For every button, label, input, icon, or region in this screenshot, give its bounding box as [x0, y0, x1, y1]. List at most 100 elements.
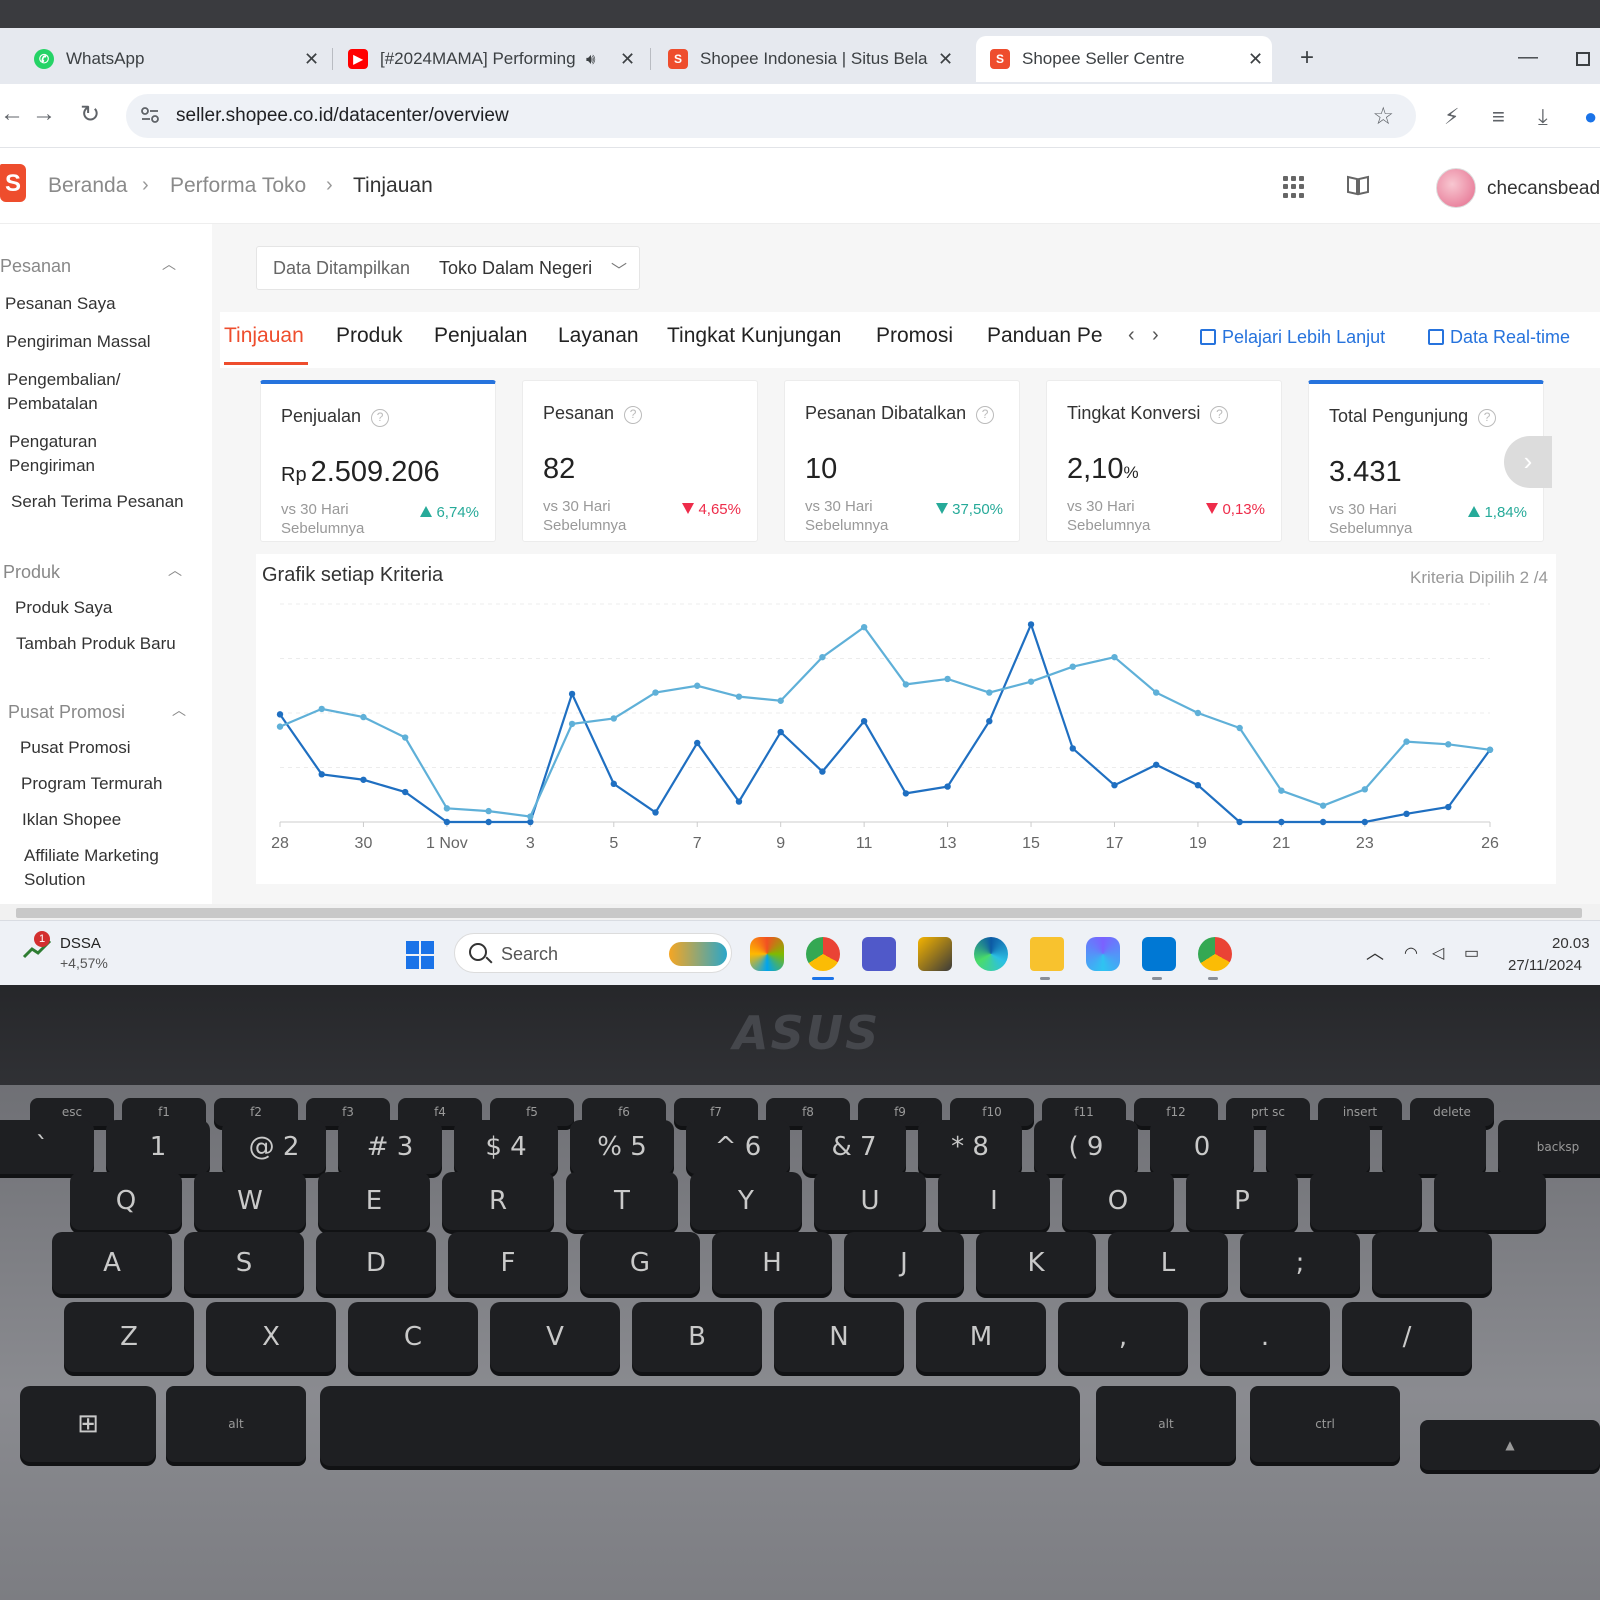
sidebar-item-pengembalian[interactable]: Pengembalian/ Pembatalan	[7, 368, 147, 416]
chart-point	[1278, 818, 1285, 826]
kpi-next-button[interactable]: ›	[1504, 436, 1552, 488]
browser-tab-whatsapp[interactable]: ✆ WhatsApp ✕	[20, 36, 319, 82]
kpi-number: 2,10	[1067, 453, 1124, 485]
sidebar-item-iklan-shopee[interactable]: Iklan Shopee	[22, 808, 121, 832]
tab-tingkat-kunjungan[interactable]: Tingkat Kunjungan	[667, 324, 841, 348]
running-app-indicator	[1208, 977, 1218, 980]
power-automate-icon[interactable]	[918, 937, 952, 971]
teams-icon[interactable]	[862, 937, 896, 971]
breadcrumb-performa-toko[interactable]: Performa Toko	[170, 174, 306, 198]
notification-badge: 1	[34, 931, 50, 947]
tab-promosi[interactable]: Promosi	[876, 324, 953, 348]
chevron-up-icon[interactable]: ︿	[162, 254, 176, 274]
browser-tab-youtube[interactable]: ▶ [#2024MAMA] Performing 🔊︎ ✕	[334, 36, 635, 82]
clock-date[interactable]: 27/11/2024	[1508, 957, 1582, 974]
sidebar-item-serah-terima[interactable]: Serah Terima Pesanan	[11, 490, 184, 514]
username[interactable]: checansbead	[1487, 178, 1600, 200]
profile-icon[interactable]: ●	[1584, 104, 1600, 129]
sidebar-item-program-termurah[interactable]: Program Termurah	[21, 772, 162, 796]
keyboard-key: ,	[1058, 1302, 1188, 1372]
performance-icon[interactable]: ⚡︎	[1444, 104, 1470, 129]
tab-penjualan[interactable]: Penjualan	[434, 324, 527, 348]
chevron-up-icon[interactable]: ︿	[1366, 939, 1384, 965]
chevron-up-icon[interactable]: ︿	[168, 560, 182, 580]
chevron-right-icon[interactable]: ›	[1152, 324, 1159, 347]
learn-more-link[interactable]: Pelajari Lebih Lanjut	[1200, 327, 1385, 348]
close-icon[interactable]: ✕	[1248, 49, 1263, 70]
sidebar-item-pengaturan-pengiriman[interactable]: Pengaturan Pengiriman	[9, 430, 119, 478]
volume-icon[interactable]: ◁	[1432, 943, 1450, 962]
chevron-up-icon[interactable]: ︿	[172, 700, 186, 720]
download-icon[interactable]: ⤓	[1538, 104, 1564, 129]
sidebar-group-produk[interactable]: Produk	[3, 562, 60, 583]
tab-panduan[interactable]: Panduan Pe	[987, 324, 1103, 348]
speaker-icon[interactable]: 🔊︎	[586, 51, 595, 68]
breadcrumb-home[interactable]: Beranda	[48, 174, 127, 198]
wifi-icon[interactable]: ◠	[1404, 943, 1422, 962]
kpi-card-tingkat-konversi[interactable]: Tingkat Konversi? 2,10% vs 30 Hari Sebel…	[1046, 380, 1282, 542]
chrome-profile-icon[interactable]	[1198, 937, 1232, 971]
kpi-title-text: Penjualan	[281, 406, 362, 426]
apps-grid-icon[interactable]	[1283, 176, 1305, 198]
browser-tab-shopee[interactable]: S Shopee Indonesia | Situs Belanj ✕	[654, 36, 953, 82]
chrome-icon[interactable]	[806, 937, 840, 971]
forward-icon[interactable]: →	[32, 100, 56, 128]
realtime-data-link[interactable]: Data Real-time	[1428, 327, 1570, 348]
address-bar[interactable]: seller.shopee.co.id/datacenter/overview …	[126, 94, 1416, 138]
help-icon[interactable]: ?	[624, 406, 643, 424]
tab-layanan[interactable]: Layanan	[558, 324, 639, 348]
avatar[interactable]	[1436, 168, 1476, 208]
copilot-icon[interactable]	[750, 937, 784, 971]
kpi-card-pesanan-dibatalkan[interactable]: Pesanan Dibatalkan? 10 vs 30 Hari Sebelu…	[784, 380, 1020, 542]
taskbar-search[interactable]: Search	[454, 933, 732, 973]
site-info-icon[interactable]	[140, 105, 160, 125]
help-icon[interactable]: ?	[1478, 409, 1497, 427]
new-tab-button[interactable]: +	[1300, 44, 1314, 72]
sidebar-item-pengiriman-massal[interactable]: Pengiriman Massal	[6, 330, 151, 354]
tab-produk[interactable]: Produk	[336, 324, 403, 348]
shopee-logo[interactable]: S	[0, 164, 26, 202]
horizontal-scrollbar[interactable]	[0, 904, 1600, 920]
chart-criteria-count[interactable]: Kriteria Dipilih 2 /4	[1410, 568, 1548, 588]
tab-tinjauan[interactable]: Tinjauan	[224, 324, 304, 348]
browser-tab-seller-centre[interactable]: S Shopee Seller Centre ✕	[976, 36, 1272, 82]
edge-icon[interactable]	[974, 937, 1008, 971]
kpi-card-pesanan[interactable]: Pesanan? 82 vs 30 Hari Sebelumnya 4,65%	[522, 380, 758, 542]
chart-point	[1361, 786, 1369, 793]
vscode-icon[interactable]	[1142, 937, 1176, 971]
data-filter-select[interactable]: Data Ditampilkan Toko Dalam Negeri ﹀	[256, 246, 640, 290]
book-icon[interactable]	[1346, 174, 1370, 196]
help-icon[interactable]: ?	[371, 409, 390, 427]
sidebar-item-tambah-produk[interactable]: Tambah Produk Baru	[16, 632, 176, 656]
keyboard-key	[1372, 1232, 1492, 1294]
sidebar-group-pesanan[interactable]: Pesanan	[0, 256, 71, 277]
stock-ticker[interactable]: DSSA	[60, 935, 101, 952]
scrollbar-thumb[interactable]	[16, 908, 1582, 918]
keyboard-key: C	[348, 1302, 478, 1372]
clock-time[interactable]: 20.03	[1552, 935, 1590, 952]
chevron-left-icon[interactable]: ‹	[1128, 324, 1135, 347]
sidebar-item-produk-saya[interactable]: Produk Saya	[15, 596, 112, 620]
sidebar-item-affiliate[interactable]: Affiliate Marketing Solution	[24, 844, 174, 892]
maximize-button[interactable]	[1576, 52, 1590, 66]
reading-list-icon[interactable]: ≡	[1492, 104, 1518, 129]
bookmark-star-icon[interactable]: ☆	[1372, 102, 1394, 131]
kpi-card-penjualan[interactable]: Penjualan? Rp 2.509.206 vs 30 Hari Sebelu…	[260, 380, 496, 542]
chart-point	[1153, 761, 1160, 768]
browser-tab-strip: ✆ WhatsApp ✕ ▶ [#2024MAMA] Performing 🔊︎…	[0, 28, 1600, 84]
help-icon[interactable]: ?	[1210, 406, 1229, 424]
reload-icon[interactable]: ↻	[80, 100, 100, 129]
battery-icon[interactable]: ▭	[1464, 943, 1482, 962]
sidebar-item-pusat-promosi[interactable]: Pusat Promosi	[20, 736, 131, 760]
keyboard-key: L	[1108, 1232, 1228, 1294]
sidebar-item-pesanan-saya[interactable]: Pesanan Saya	[5, 292, 116, 316]
minimize-button[interactable]: —	[1518, 46, 1538, 69]
copilot-app-icon[interactable]	[1086, 937, 1120, 971]
keyboard-key: 1	[106, 1120, 210, 1174]
windows-start-icon[interactable]	[406, 941, 434, 969]
back-icon[interactable]: ←	[0, 100, 24, 128]
keyboard-key	[1266, 1120, 1370, 1174]
file-explorer-icon[interactable]	[1030, 937, 1064, 971]
help-icon[interactable]: ?	[976, 406, 995, 424]
sidebar-group-pusat-promosi[interactable]: Pusat Promosi	[8, 702, 125, 723]
